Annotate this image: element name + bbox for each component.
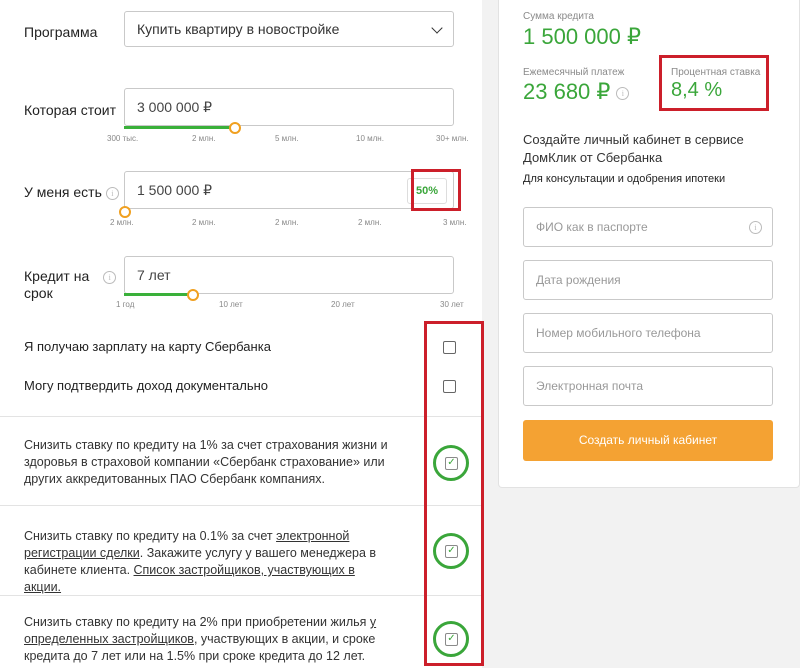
term-slider-track bbox=[124, 293, 191, 296]
price-tick: 30+ млн. bbox=[436, 134, 469, 143]
info-icon[interactable]: i bbox=[105, 186, 119, 200]
income-checkbox-label: Могу подтвердить доход документально bbox=[24, 378, 269, 393]
loan-amount-label: Сумма кредита bbox=[523, 11, 594, 22]
price-tick: 5 млн. bbox=[275, 134, 299, 143]
divider bbox=[0, 595, 482, 596]
price-tick: 300 тыс. bbox=[107, 134, 139, 143]
divider bbox=[0, 505, 482, 506]
fio-placeholder: ФИО как в паспорте bbox=[536, 220, 648, 234]
highlight-box-checkboxes bbox=[424, 321, 484, 666]
down-payment-input[interactable]: 1 500 000 ₽ 50% bbox=[124, 171, 454, 209]
highlight-box-percent bbox=[411, 169, 461, 211]
down-payment-value: 1 500 000 ₽ bbox=[137, 182, 213, 198]
salary-checkbox-label: Я получаю зарплату на карту Сбербанка bbox=[24, 339, 271, 354]
price-slider-track bbox=[124, 126, 234, 129]
developer-discount-text: Снизить ставку по кредиту на 2% при прио… bbox=[24, 615, 377, 663]
down-payment-label: У меня есть i bbox=[24, 182, 119, 202]
term-label-line2: срок bbox=[24, 285, 53, 301]
term-input[interactable]: 7 лет bbox=[124, 256, 454, 294]
phone-placeholder: Номер мобильного телефона bbox=[536, 326, 701, 340]
birth-date-placeholder: Дата рождения bbox=[536, 273, 621, 287]
loan-amount-value: 1 500 000 ₽ bbox=[523, 24, 641, 49]
monthly-payment-label: Ежемесячный платеж bbox=[523, 67, 625, 78]
divider bbox=[0, 416, 482, 417]
price-label: Которая стоит bbox=[24, 102, 116, 118]
down-tick: 2 млн. bbox=[110, 218, 134, 227]
term-slider-handle[interactable] bbox=[187, 289, 199, 301]
price-tick: 10 млн. bbox=[356, 134, 384, 143]
insurance-discount-text: Снизить ставку по кредиту на 1% за счет … bbox=[24, 438, 388, 486]
program-select[interactable]: Купить квартиру в новостройке bbox=[124, 11, 454, 47]
term-tick: 30 лет bbox=[440, 300, 464, 309]
highlight-box-rate bbox=[659, 55, 769, 111]
cabinet-subtitle: Для консультации и одобрения ипотеки bbox=[523, 173, 726, 185]
e-registration-discount-text: Снизить ставку по кредиту на 0.1% за сче… bbox=[24, 529, 377, 594]
down-tick: 3 млн. bbox=[443, 218, 467, 227]
program-label: Программа bbox=[24, 24, 98, 40]
email-field[interactable]: Электронная почта bbox=[523, 366, 773, 406]
monthly-payment-value: 23 680 ₽ i bbox=[523, 79, 630, 105]
term-tick: 20 лет bbox=[331, 300, 355, 309]
info-icon[interactable]: i bbox=[749, 221, 762, 234]
calculator-panel: Программа Купить квартиру в новостройке … bbox=[0, 0, 484, 668]
price-slider-handle[interactable] bbox=[229, 122, 241, 134]
down-tick: 2 млн. bbox=[192, 218, 216, 227]
phone-field[interactable]: Номер мобильного телефона bbox=[523, 313, 773, 353]
cabinet-title: Создайте личный кабинет в сервисе ДомКли… bbox=[523, 132, 744, 165]
program-select-value: Купить квартиру в новостройке bbox=[137, 21, 340, 37]
info-icon[interactable]: i bbox=[616, 86, 630, 100]
info-icon[interactable]: i bbox=[103, 270, 117, 284]
term-tick: 1 год bbox=[116, 300, 135, 309]
down-tick: 2 млн. bbox=[358, 218, 382, 227]
chevron-down-icon bbox=[431, 22, 443, 34]
fio-field[interactable]: ФИО как в паспорте i bbox=[523, 207, 773, 247]
create-cabinet-button[interactable]: Создать личный кабинет bbox=[523, 420, 773, 461]
email-placeholder: Электронная почта bbox=[536, 379, 644, 393]
price-input[interactable]: 3 000 000 ₽ bbox=[124, 88, 454, 126]
down-tick: 2 млн. bbox=[275, 218, 299, 227]
down-payment-slider-handle[interactable] bbox=[119, 206, 131, 218]
term-value: 7 лет bbox=[137, 267, 171, 283]
birth-date-field[interactable]: Дата рождения bbox=[523, 260, 773, 300]
price-tick: 2 млн. bbox=[192, 134, 216, 143]
price-value: 3 000 000 ₽ bbox=[137, 99, 213, 115]
term-tick: 10 лет bbox=[219, 300, 243, 309]
